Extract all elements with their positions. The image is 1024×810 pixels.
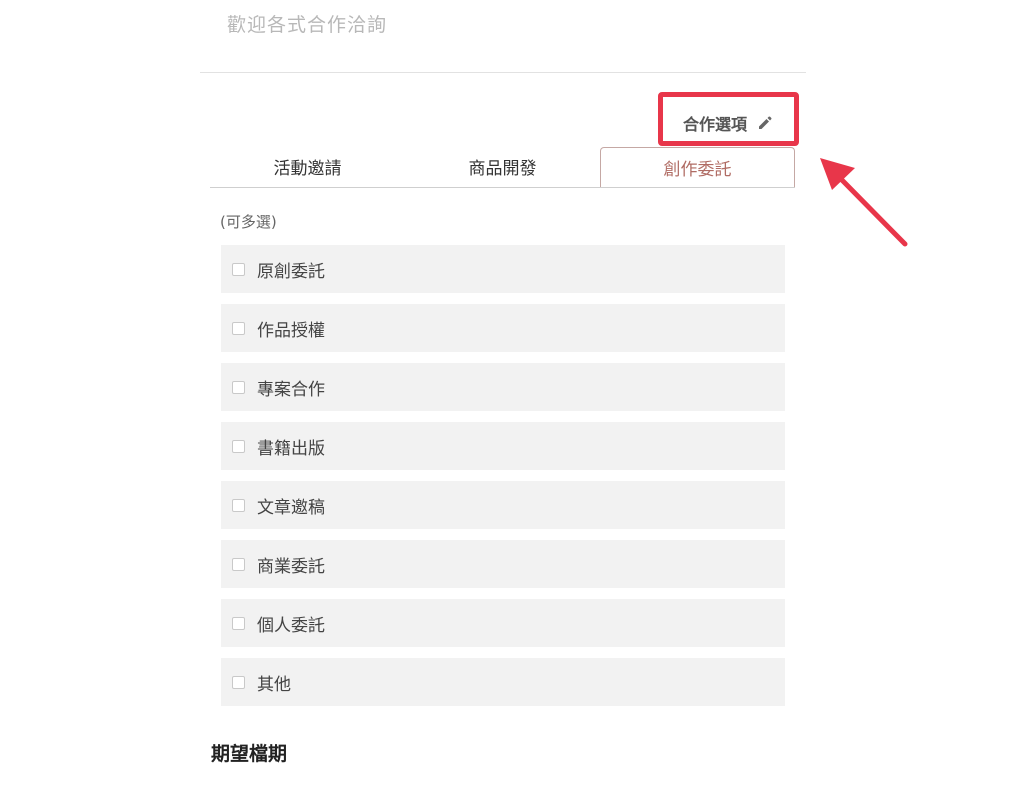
message-placeholder[interactable]: 歡迎各式合作洽詢 [227, 10, 387, 37]
checkbox[interactable] [232, 557, 245, 571]
option-item[interactable]: 文章邀稿 [221, 481, 785, 529]
checkbox[interactable] [232, 498, 245, 512]
option-label: 書籍出版 [257, 438, 325, 459]
checkbox[interactable] [232, 439, 245, 453]
next-section-title: 期望檔期 [211, 743, 288, 765]
top-divider [200, 72, 806, 73]
section-title: 合作選項 [683, 115, 748, 134]
multi-select-hint: (可多選) [220, 213, 277, 231]
checkbox[interactable] [232, 262, 245, 276]
checkbox[interactable] [232, 321, 245, 335]
option-list: 原創委託 作品授權 專案合作 書籍出版 文章邀稿 商業委託 個人委託 其他 [221, 245, 785, 717]
option-item[interactable]: 原創委託 [221, 245, 785, 293]
option-label: 商業委託 [257, 556, 325, 577]
option-item[interactable]: 專案合作 [221, 363, 785, 411]
option-item[interactable]: 商業委託 [221, 540, 785, 588]
section-header[interactable]: 合作選項 [683, 111, 773, 135]
tab-product-development[interactable]: 商品開發 [405, 147, 600, 186]
checkbox[interactable] [232, 675, 245, 689]
annotation-arrow-icon [820, 158, 908, 247]
option-item[interactable]: 個人委託 [221, 599, 785, 647]
tab-creative-commission[interactable]: 創作委託 [600, 147, 795, 187]
checkbox[interactable] [232, 616, 245, 630]
pencil-icon[interactable] [757, 115, 773, 131]
tab-event-invitation[interactable]: 活動邀請 [210, 147, 405, 186]
option-item[interactable]: 作品授權 [221, 304, 785, 352]
checkbox[interactable] [232, 380, 245, 394]
option-label: 其他 [257, 674, 291, 695]
option-item[interactable]: 其他 [221, 658, 785, 706]
option-label: 原創委託 [257, 261, 325, 282]
option-label: 個人委託 [257, 615, 325, 636]
option-label: 專案合作 [257, 379, 325, 400]
option-item[interactable]: 書籍出版 [221, 422, 785, 470]
tab-bar: 活動邀請 商品開發 創作委託 [210, 147, 795, 188]
option-label: 文章邀稿 [257, 497, 325, 518]
option-label: 作品授權 [257, 320, 325, 341]
